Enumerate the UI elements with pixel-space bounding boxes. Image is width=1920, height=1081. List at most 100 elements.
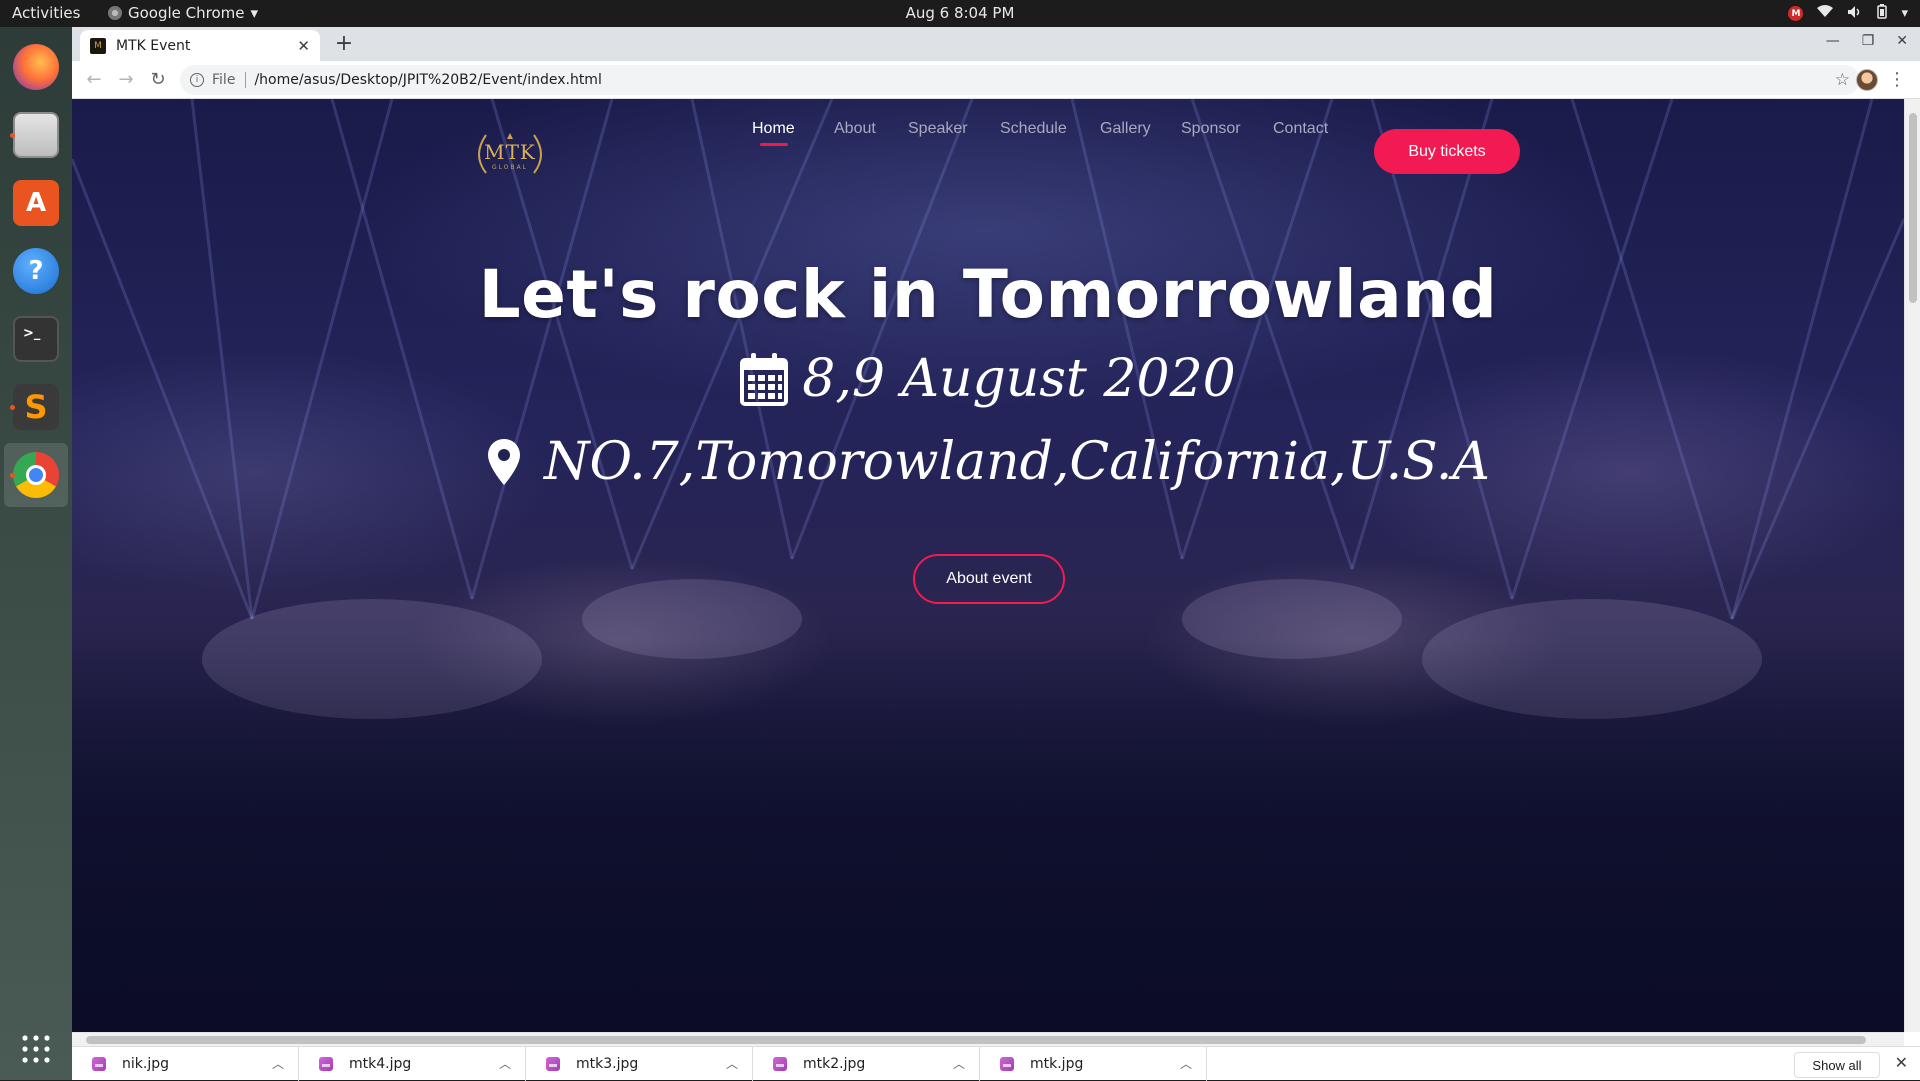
terminal-icon: >_: [13, 316, 59, 362]
app-menu[interactable]: Google Chrome ▾: [108, 4, 258, 22]
close-tab-icon[interactable]: ✕: [297, 37, 310, 55]
event-location-text: NO.7,Tomorowland,California,U.S.A: [544, 432, 1490, 492]
restore-icon[interactable]: ❐: [1862, 33, 1875, 49]
back-arrow-icon[interactable]: ←: [78, 69, 110, 90]
site-logo[interactable]: MTK GLOBAL: [468, 125, 552, 185]
notification-badge-icon[interactable]: M: [1788, 6, 1804, 21]
chrome-menu-icon[interactable]: ⋮: [1888, 69, 1906, 90]
download-filename: mtk4.jpg: [349, 1056, 412, 1072]
hero-location: NO.7,Tomorowland,California,U.S.A: [72, 432, 1904, 492]
browser-toolbar: ← → ↻ i File /home/asus/Desktop/JPIT%20B…: [72, 61, 1920, 99]
nav-home[interactable]: Home: [752, 120, 795, 138]
minimize-icon[interactable]: —: [1826, 33, 1840, 49]
dock-help[interactable]: ?: [4, 239, 68, 303]
map-pin-icon: [488, 439, 521, 485]
nav-schedule[interactable]: Schedule: [1000, 120, 1067, 138]
image-file-icon: [319, 1057, 333, 1071]
download-filename: mtk.jpg: [1030, 1056, 1084, 1072]
hero-title: Let's rock in Tomorrowland: [478, 256, 1498, 333]
hero-date: 8,9 August 2020: [72, 349, 1904, 409]
clock[interactable]: Aug 6 8:04 PM: [0, 4, 1920, 22]
download-filename: mtk3.jpg: [576, 1056, 639, 1072]
files-icon: [13, 112, 59, 158]
firefox-icon: [13, 44, 59, 90]
show-applications-button[interactable]: [4, 1017, 68, 1081]
download-item[interactable]: mtk3.jpg ︿: [526, 1047, 753, 1081]
downloads-bar: nik.jpg ︿ mtk4.jpg ︿ mtk3.jpg ︿ mtk2.jpg…: [72, 1046, 1920, 1081]
chevron-up-icon[interactable]: ︿: [1180, 1055, 1192, 1072]
image-file-icon: [773, 1057, 787, 1071]
chevron-up-icon[interactable]: ︿: [272, 1055, 284, 1072]
download-item[interactable]: mtk2.jpg ︿: [753, 1047, 980, 1081]
horizontal-scrollbar[interactable]: [72, 1032, 1904, 1046]
page-viewport: MTK GLOBAL Home About Speaker Schedule G…: [72, 99, 1904, 1032]
download-filename: mtk2.jpg: [803, 1056, 866, 1072]
chevron-up-icon[interactable]: ︿: [726, 1055, 738, 1072]
tab-strip: M MTK Event ✕ + — ❐ ✕: [72, 27, 1920, 61]
tab-title: MTK Event: [116, 37, 191, 54]
dock-chrome[interactable]: [4, 443, 68, 507]
nav-gallery[interactable]: Gallery: [1100, 120, 1151, 138]
about-event-button[interactable]: About event: [913, 554, 1065, 604]
browser-tab[interactable]: M MTK Event ✕: [80, 30, 320, 61]
vertical-scrollbar[interactable]: [1904, 99, 1920, 1032]
battery-icon: [1877, 4, 1888, 23]
running-indicator: [10, 405, 15, 410]
window-controls: — ❐ ✕: [1826, 33, 1908, 49]
event-date-text: 8,9 August 2020: [802, 349, 1236, 409]
close-window-icon[interactable]: ✕: [1896, 33, 1908, 49]
power-menu-chevron-icon[interactable]: ▾: [1901, 6, 1908, 21]
chevron-down-icon: ▾: [250, 4, 259, 22]
reload-icon[interactable]: ↻: [142, 69, 174, 90]
activities-button[interactable]: Activities: [12, 4, 80, 22]
close-downloads-icon[interactable]: ✕: [1895, 1053, 1908, 1072]
app-menu-label: Google Chrome: [128, 4, 245, 22]
laurel-wreath-icon: [478, 133, 542, 174]
image-file-icon: [1000, 1057, 1014, 1071]
buy-tickets-button[interactable]: Buy tickets: [1374, 129, 1520, 174]
wifi-icon: [1817, 5, 1834, 22]
image-file-icon: [92, 1057, 106, 1071]
nav-contact[interactable]: Contact: [1273, 120, 1328, 138]
chevron-up-icon[interactable]: ︿: [499, 1055, 511, 1072]
download-item[interactable]: mtk.jpg ︿: [980, 1047, 1207, 1081]
profile-avatar[interactable]: [1856, 69, 1878, 91]
scrollbar-thumb[interactable]: [1909, 113, 1917, 303]
chrome-window: M MTK Event ✕ + — ❐ ✕ ← → ↻ i File /home…: [72, 27, 1920, 1081]
dock-terminal[interactable]: >_: [4, 307, 68, 371]
forward-arrow-icon[interactable]: →: [110, 69, 142, 90]
sublime-icon: S: [13, 384, 59, 430]
download-filename: nik.jpg: [122, 1056, 169, 1072]
url-separator: [245, 72, 247, 88]
system-top-bar: Activities Google Chrome ▾ Aug 6 8:04 PM…: [0, 0, 1920, 27]
new-tab-button[interactable]: +: [330, 31, 358, 56]
dock: A ? >_ S: [0, 27, 72, 1080]
active-nav-indicator: [760, 143, 788, 146]
address-bar[interactable]: i File /home/asus/Desktop/JPIT%20B2/Even…: [180, 65, 1860, 95]
site-info-icon[interactable]: i: [190, 73, 204, 87]
software-icon: A: [13, 180, 59, 226]
scrollbar-thumb[interactable]: [86, 1036, 1866, 1044]
download-item[interactable]: nik.jpg ︿: [72, 1047, 299, 1081]
nav-sponsor[interactable]: Sponsor: [1181, 120, 1241, 138]
apps-grid-icon: [22, 1035, 50, 1063]
system-tray[interactable]: M ▾: [1788, 4, 1908, 23]
show-all-downloads-button[interactable]: Show all: [1794, 1052, 1880, 1078]
url-scheme: File: [212, 72, 236, 88]
site-favicon-icon: M: [90, 37, 106, 54]
dock-sublime[interactable]: S: [4, 375, 68, 439]
image-file-icon: [546, 1057, 560, 1071]
dock-software[interactable]: A: [4, 171, 68, 235]
nav-about[interactable]: About: [834, 120, 876, 138]
url-text[interactable]: /home/asus/Desktop/JPIT%20B2/Event/index…: [254, 72, 601, 88]
dock-files[interactable]: [4, 103, 68, 167]
calendar-icon: [740, 353, 789, 406]
dock-firefox[interactable]: [4, 35, 68, 99]
download-item[interactable]: mtk4.jpg ︿: [299, 1047, 526, 1081]
bookmark-star-icon[interactable]: ☆: [1835, 70, 1850, 90]
running-indicator: [10, 133, 15, 138]
volume-icon: [1847, 5, 1863, 23]
chevron-up-icon[interactable]: ︿: [953, 1055, 965, 1072]
chrome-small-icon: [108, 6, 122, 20]
nav-speaker[interactable]: Speaker: [908, 120, 968, 138]
